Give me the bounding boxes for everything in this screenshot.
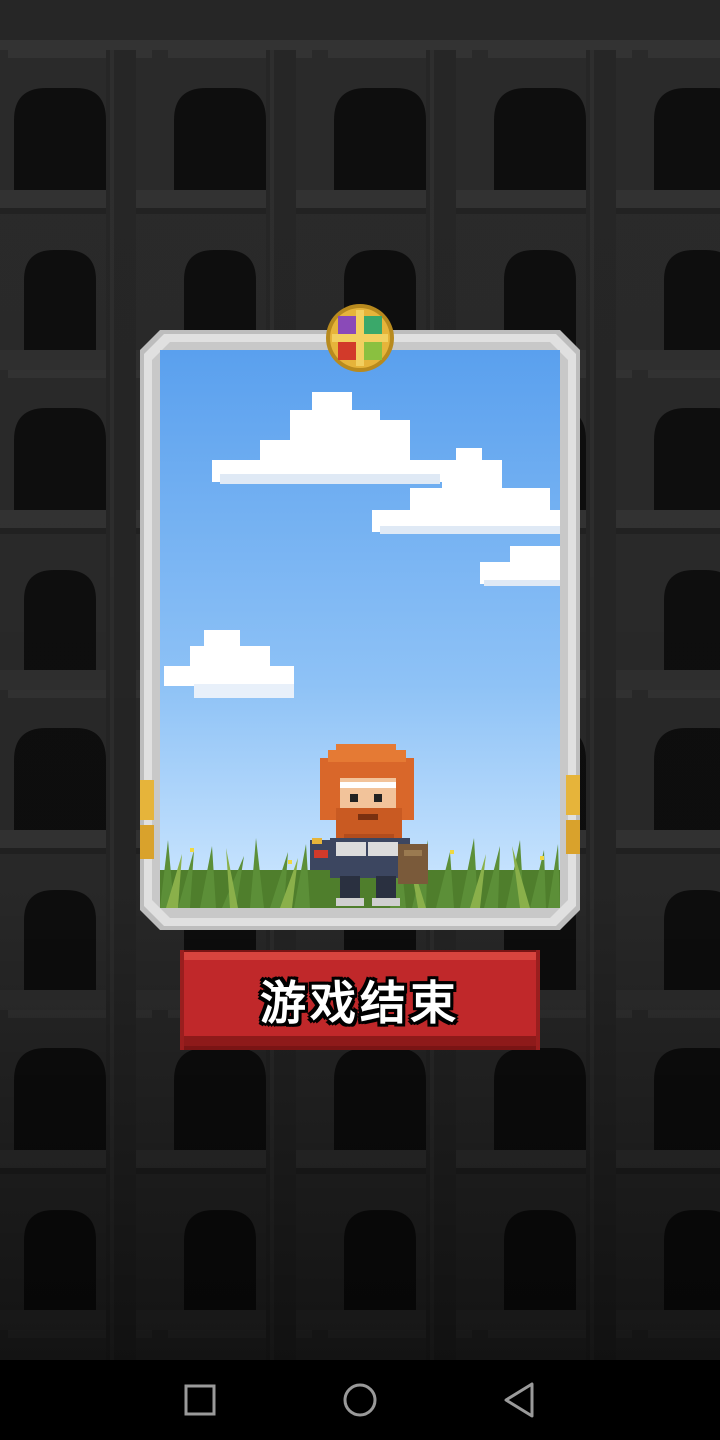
character-card [140, 304, 580, 930]
system-navigation-bar [0, 1360, 720, 1440]
back-icon[interactable] [496, 1376, 544, 1424]
card-scene [160, 350, 560, 908]
gold-emblem-icon [326, 304, 394, 372]
game-over-button[interactable]: 游戏结束 [180, 950, 540, 1050]
recent-apps-icon[interactable] [176, 1376, 224, 1424]
home-icon[interactable] [336, 1376, 384, 1424]
game-over-label: 游戏结束 [260, 976, 460, 1030]
game-over-screen: 游戏结束 [0, 0, 720, 1440]
